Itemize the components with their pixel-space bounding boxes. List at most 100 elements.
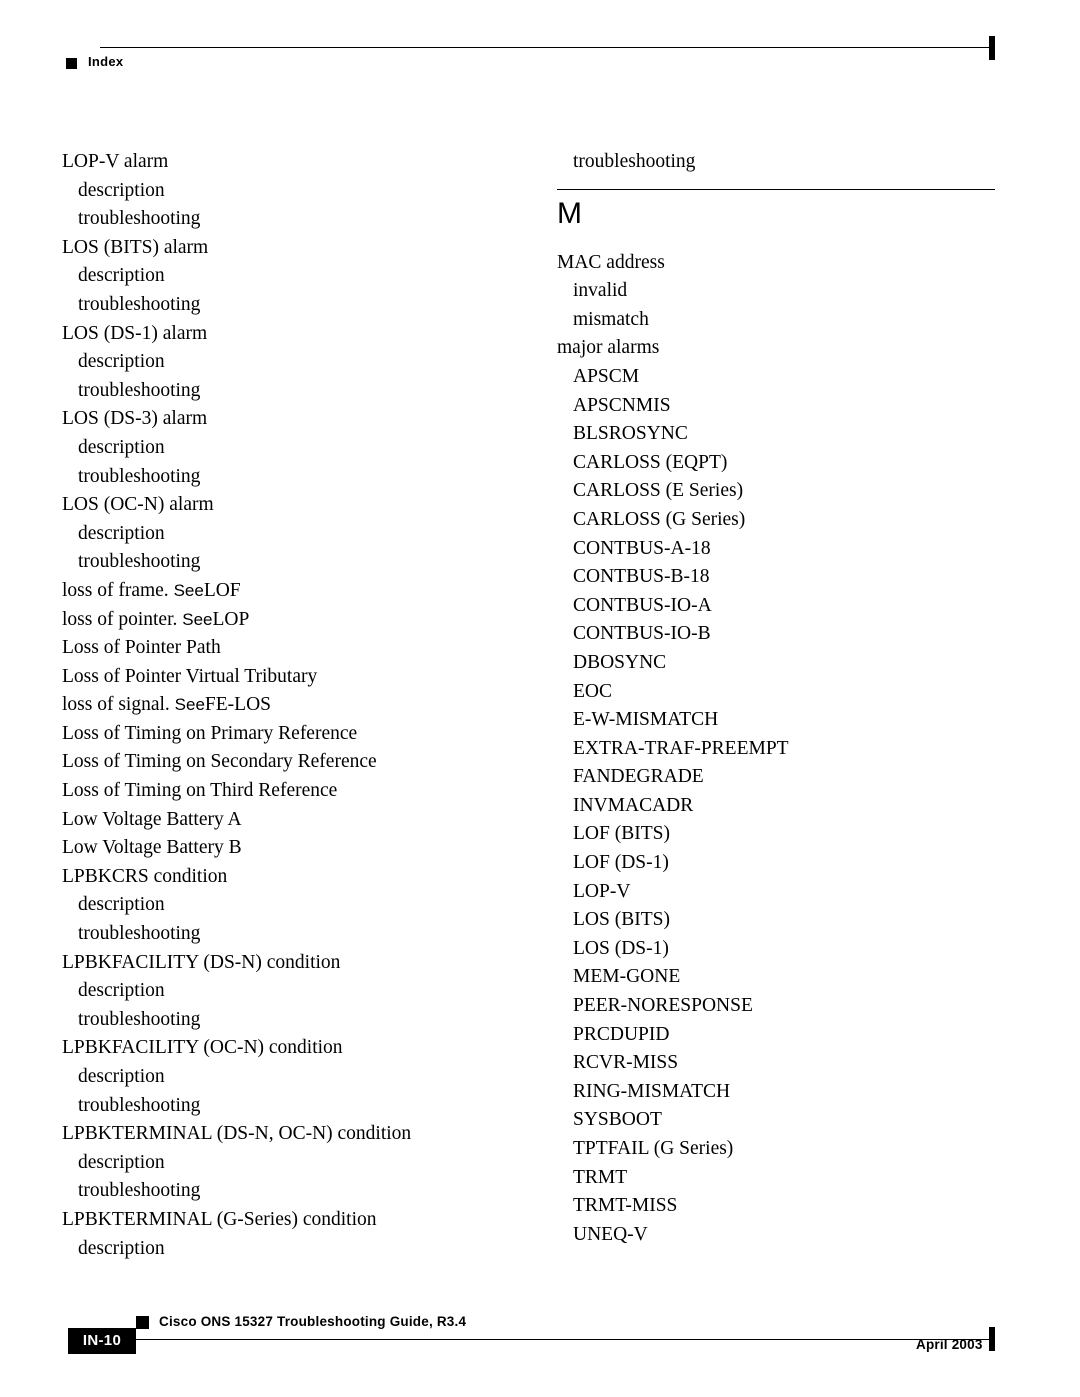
- index-entry-level-2: description: [62, 1235, 502, 1264]
- index-entry-level-2: troubleshooting: [62, 548, 502, 577]
- index-entry-text: TRMT: [573, 1166, 628, 1188]
- publication-date-label: April 2003: [916, 1337, 983, 1352]
- index-entry-text: loss of pointer.: [62, 608, 183, 630]
- index-entry-text: troubleshooting: [78, 465, 201, 487]
- index-entry-level-2: LOS (BITS): [557, 906, 997, 935]
- index-entry-level-2: FANDEGRADE: [557, 763, 997, 792]
- index-entry-level-1: LPBKTERMINAL (DS-N, OC-N) condition: [62, 1120, 502, 1149]
- see-reference-target: LOF: [203, 579, 241, 601]
- index-entry-level-2: description: [62, 891, 502, 920]
- index-entry-level-2: troubleshooting: [62, 377, 502, 406]
- index-entry-level-2: BLSROSYNC: [557, 420, 997, 449]
- index-entry-level-1: LOP-V alarm: [62, 148, 502, 177]
- index-entry-text: description: [78, 1151, 165, 1173]
- index-entry-level-2: PEER-NORESPONSE: [557, 992, 997, 1021]
- index-entry-level-2: PRCDUPID: [557, 1021, 997, 1050]
- index-entry-level-2: CONTBUS-B-18: [557, 563, 997, 592]
- page-edge-tab-icon: [989, 1327, 995, 1351]
- index-entry-level-1: LOS (BITS) alarm: [62, 234, 502, 263]
- index-entry-text: PRCDUPID: [573, 1023, 670, 1045]
- see-reference-label: See: [182, 609, 213, 629]
- index-entry-level-2: CARLOSS (G Series): [557, 506, 997, 535]
- index-entry-text: loss of frame.: [62, 579, 174, 601]
- index-entry-text: TRMT-MISS: [573, 1195, 678, 1217]
- index-entry-level-1: loss of pointer. SeeLOP: [62, 606, 502, 635]
- index-entry-level-1: LPBKFACILITY (OC-N) condition: [62, 1034, 502, 1063]
- index-entry-level-1: loss of signal. SeeFE-LOS: [62, 691, 502, 720]
- index-entry-level-2: troubleshooting: [62, 205, 502, 234]
- index-entry-text: invalid: [573, 280, 628, 302]
- index-entry-level-2: mismatch: [557, 306, 997, 335]
- index-entry-text: troubleshooting: [78, 1094, 201, 1116]
- index-entry-level-1: LPBKTERMINAL (G-Series) condition: [62, 1206, 502, 1235]
- index-entry-level-1: MAC address: [557, 249, 997, 278]
- index-entry-text: LPBKTERMINAL (G-Series) condition: [62, 1208, 377, 1230]
- index-entry-text: UNEQ-V: [573, 1223, 648, 1245]
- index-entry-level-1: major alarms: [557, 334, 997, 363]
- index-entry-text: description: [78, 351, 165, 373]
- index-entry-text: troubleshooting: [78, 1008, 201, 1030]
- index-entry-level-2: troubleshooting: [62, 920, 502, 949]
- index-entry-level-2: APSCNMIS: [557, 392, 997, 421]
- index-entry-text: LOF (DS-1): [573, 852, 669, 874]
- index-entry-text: Loss of Pointer Virtual Tributary: [62, 665, 318, 687]
- index-entry-text: LOS (DS-1): [573, 937, 669, 959]
- index-entry-level-2: CARLOSS (E Series): [557, 477, 997, 506]
- index-entry-level-2: APSCM: [557, 363, 997, 392]
- index-entry-text: description: [78, 980, 165, 1002]
- index-entry-text: LOS (DS-3) alarm: [62, 408, 208, 430]
- index-entry-level-2: DBOSYNC: [557, 649, 997, 678]
- index-entry-level-2: description: [62, 348, 502, 377]
- index-section-heading: M: [557, 177, 997, 249]
- index-entry-level-2: LOP-V: [557, 878, 997, 907]
- index-entry-text: PEER-NORESPONSE: [573, 995, 753, 1017]
- index-entry-level-1: Loss of Timing on Secondary Reference: [62, 748, 502, 777]
- index-entry-text: description: [78, 1237, 165, 1259]
- index-entry-text: LOS (DS-1) alarm: [62, 322, 208, 344]
- index-entry-text: CARLOSS (G Series): [573, 508, 746, 530]
- index-entry-text: CARLOSS (E Series): [573, 480, 744, 502]
- index-entry-level-2: troubleshooting: [62, 1177, 502, 1206]
- index-entry-level-2: EOC: [557, 678, 997, 707]
- index-body: LOP-V alarm description troubleshooting LOS…: [0, 0, 1080, 1397]
- index-entry-text: CONTBUS-IO-A: [573, 594, 712, 616]
- index-entry-level-2: troubleshooting: [62, 1006, 502, 1035]
- index-entry-text: SYSBOOT: [573, 1109, 662, 1131]
- index-entry-text: APSCM: [573, 365, 640, 387]
- index-entry-level-1: Loss of Timing on Primary Reference: [62, 720, 502, 749]
- index-entry-level-2: EXTRA-TRAF-PREEMPT: [557, 735, 997, 764]
- index-entry-text: MEM-GONE: [573, 966, 681, 988]
- index-entry-text: RCVR-MISS: [573, 1052, 679, 1074]
- index-entry-text: Loss of Timing on Primary Reference: [62, 722, 358, 744]
- index-entry-text: Low Voltage Battery A: [62, 808, 242, 830]
- see-reference-label: See: [174, 695, 205, 715]
- index-entry-level-1: Loss of Pointer Path: [62, 634, 502, 663]
- index-entry-text: INVMACADR: [573, 794, 694, 816]
- index-entry-text: LOP-V: [573, 880, 631, 902]
- index-entry-text: Loss of Timing on Secondary Reference: [62, 751, 377, 773]
- index-entry-level-1: LOS (OC-N) alarm: [62, 491, 502, 520]
- index-entry-text: description: [78, 522, 165, 544]
- index-entry-level-2: E-W-MISMATCH: [557, 706, 997, 735]
- index-entry-text: CONTBUS-IO-B: [573, 623, 711, 645]
- see-reference-target: FE-LOS: [204, 694, 272, 716]
- index-entry-level-2: INVMACADR: [557, 792, 997, 821]
- index-entry-level-2: RING-MISMATCH: [557, 1078, 997, 1107]
- page-number-label: IN-10: [82, 1332, 122, 1349]
- index-entry-level-2: description: [62, 262, 502, 291]
- index-entry-level-2: CONTBUS-A-18: [557, 535, 997, 564]
- index-entry-level-2: troubleshooting: [62, 1092, 502, 1121]
- index-entry-level-2: RCVR-MISS: [557, 1049, 997, 1078]
- index-entry-level-2: CONTBUS-IO-A: [557, 592, 997, 621]
- index-entry-text: troubleshooting: [78, 1180, 201, 1202]
- index-column-right: troubleshooting M MAC address invalid mismat…: [557, 148, 997, 1249]
- index-entry-text: Low Voltage Battery B: [62, 837, 242, 859]
- index-entry-text: troubleshooting: [78, 923, 201, 945]
- see-reference-target: LOP: [212, 608, 250, 630]
- index-entry-level-2: TRMT-MISS: [557, 1192, 997, 1221]
- index-entry-text: CARLOSS (EQPT): [573, 451, 728, 473]
- index-entry-level-2: LOS (DS-1): [557, 935, 997, 964]
- index-entry-text: description: [78, 179, 165, 201]
- index-entry-level-1: LOS (DS-3) alarm: [62, 405, 502, 434]
- index-entry-level-2: troubleshooting: [62, 291, 502, 320]
